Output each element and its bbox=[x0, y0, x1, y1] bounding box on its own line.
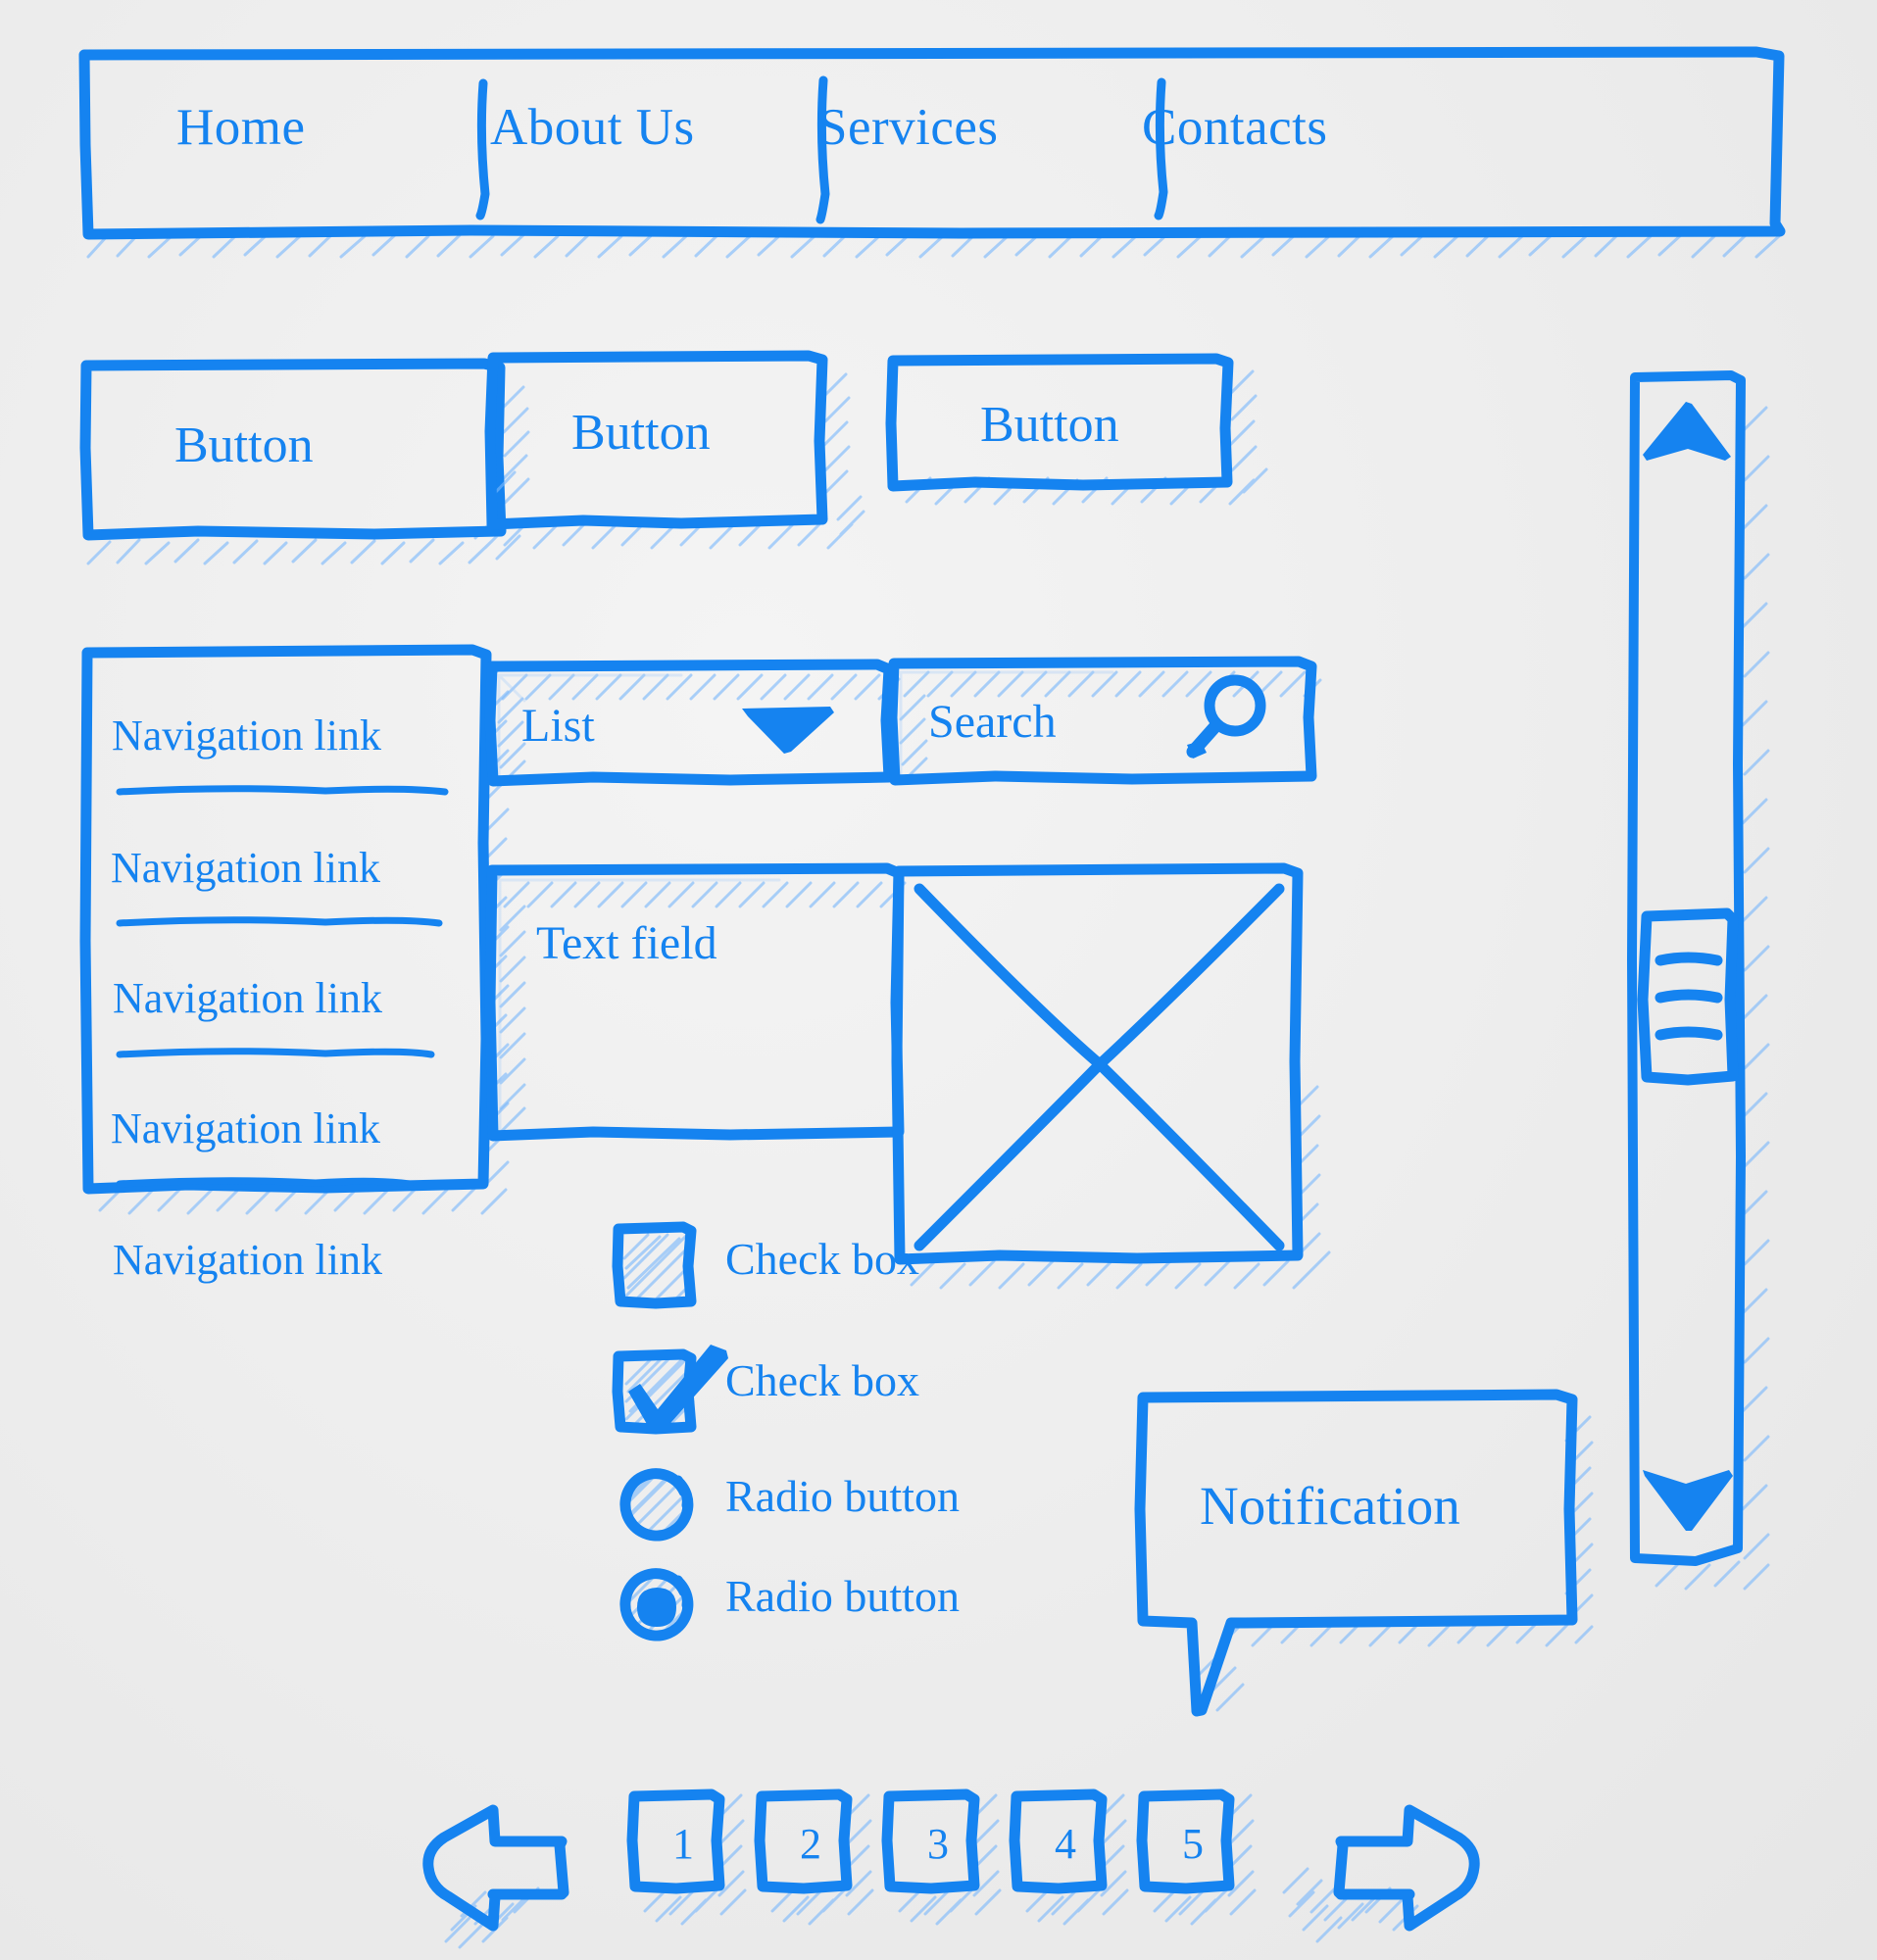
image-placeholder-x-icon bbox=[914, 883, 1285, 1251]
search-field[interactable]: Search bbox=[886, 656, 1328, 791]
button-primary-2[interactable]: Button bbox=[484, 350, 897, 593]
checkbox-unchecked[interactable] bbox=[612, 1221, 701, 1311]
radio-unselected[interactable] bbox=[608, 1458, 706, 1556]
pagination-page-label: 5 bbox=[1182, 1820, 1204, 1868]
checkbox-checked[interactable] bbox=[612, 1341, 740, 1448]
button-primary-3[interactable]: Button bbox=[885, 353, 1309, 580]
search-label: Search bbox=[928, 696, 1057, 748]
radio-dot bbox=[637, 1588, 676, 1627]
pagination-prev-button[interactable] bbox=[417, 1798, 642, 1955]
text-field[interactable]: Text field bbox=[484, 862, 916, 1154]
dropdown-label: List bbox=[521, 700, 595, 752]
button-label: Button bbox=[174, 417, 314, 473]
sketch-shadow bbox=[898, 1793, 1002, 1926]
arrow-left-icon bbox=[422, 1804, 569, 1932]
notification-label: Notification bbox=[1200, 1476, 1460, 1536]
navigation-link-3[interactable]: Navigation link bbox=[113, 973, 382, 1023]
image-placeholder[interactable] bbox=[891, 862, 1333, 1326]
checkbox-label-2: Check box bbox=[725, 1355, 920, 1405]
triangle-up-icon bbox=[1643, 402, 1731, 461]
chevron-down-icon-shape bbox=[742, 707, 834, 754]
navigation-link-2[interactable]: Navigation link bbox=[111, 843, 380, 893]
scrollbar-thumb bbox=[1637, 907, 1739, 1086]
pagination-page-5[interactable]: 5 bbox=[1136, 1788, 1260, 1929]
button-label: Button bbox=[571, 405, 711, 461]
navigation-link-4[interactable]: Navigation link bbox=[111, 1103, 380, 1153]
sketch-shadow bbox=[1025, 1793, 1129, 1926]
wireframe-kit-canvas: Home About Us Services Contacts Button B… bbox=[0, 0, 1877, 1960]
vertical-scrollbar[interactable] bbox=[1627, 370, 1784, 1646]
radio-label-1: Radio button bbox=[725, 1471, 960, 1521]
sketch-shadow bbox=[770, 1793, 874, 1926]
button-primary-1[interactable]: Button bbox=[79, 358, 541, 585]
text-field-label: Text field bbox=[536, 917, 717, 969]
sketch-shadow bbox=[1153, 1793, 1257, 1926]
pagination-page-label: 2 bbox=[800, 1820, 821, 1868]
nav-item-about-us[interactable]: About Us bbox=[490, 98, 695, 157]
nav-item-contacts[interactable]: Contacts bbox=[1142, 98, 1327, 157]
pagination-page-3[interactable]: 3 bbox=[881, 1788, 1005, 1929]
navigation-link-list: Navigation link Navigation link Navigati… bbox=[79, 644, 531, 1284]
pagination-page-label: 4 bbox=[1055, 1820, 1076, 1868]
dropdown-list[interactable]: List bbox=[484, 659, 907, 794]
checkbox-label-1: Check box bbox=[725, 1234, 920, 1284]
radio-label-2: Radio button bbox=[725, 1571, 960, 1621]
nav-item-home[interactable]: Home bbox=[176, 98, 306, 157]
pagination-page-1[interactable]: 1 bbox=[626, 1788, 750, 1929]
sketch-shadow bbox=[643, 1793, 747, 1926]
pagination-page-label: 1 bbox=[672, 1820, 694, 1868]
main-navigation-bar[interactable]: Home About Us Services Contacts bbox=[78, 46, 1786, 259]
triangle-down-icon bbox=[1643, 1470, 1733, 1531]
search-icon-shape bbox=[1186, 674, 1266, 759]
sketch-inner-shading bbox=[622, 1233, 693, 1303]
navigation-link-1[interactable]: Navigation link bbox=[112, 710, 381, 760]
sketch-shadow bbox=[1282, 1867, 1419, 1943]
sketch-shadow bbox=[1196, 1415, 1594, 1712]
pagination-page-4[interactable]: 4 bbox=[1009, 1788, 1132, 1929]
pagination-page-2[interactable]: 2 bbox=[754, 1788, 877, 1929]
pagination-page-label: 3 bbox=[927, 1820, 949, 1868]
scrollbar-thumb-grip bbox=[1655, 952, 1723, 1041]
button-label: Button bbox=[980, 397, 1119, 453]
notification-bubble[interactable]: Notification bbox=[1134, 1389, 1605, 1717]
nav-item-services[interactable]: Services bbox=[818, 98, 999, 157]
pagination-next-button[interactable] bbox=[1264, 1798, 1490, 1955]
radio-selected[interactable] bbox=[608, 1558, 706, 1656]
navigation-link-5[interactable]: Navigation link bbox=[113, 1235, 382, 1285]
